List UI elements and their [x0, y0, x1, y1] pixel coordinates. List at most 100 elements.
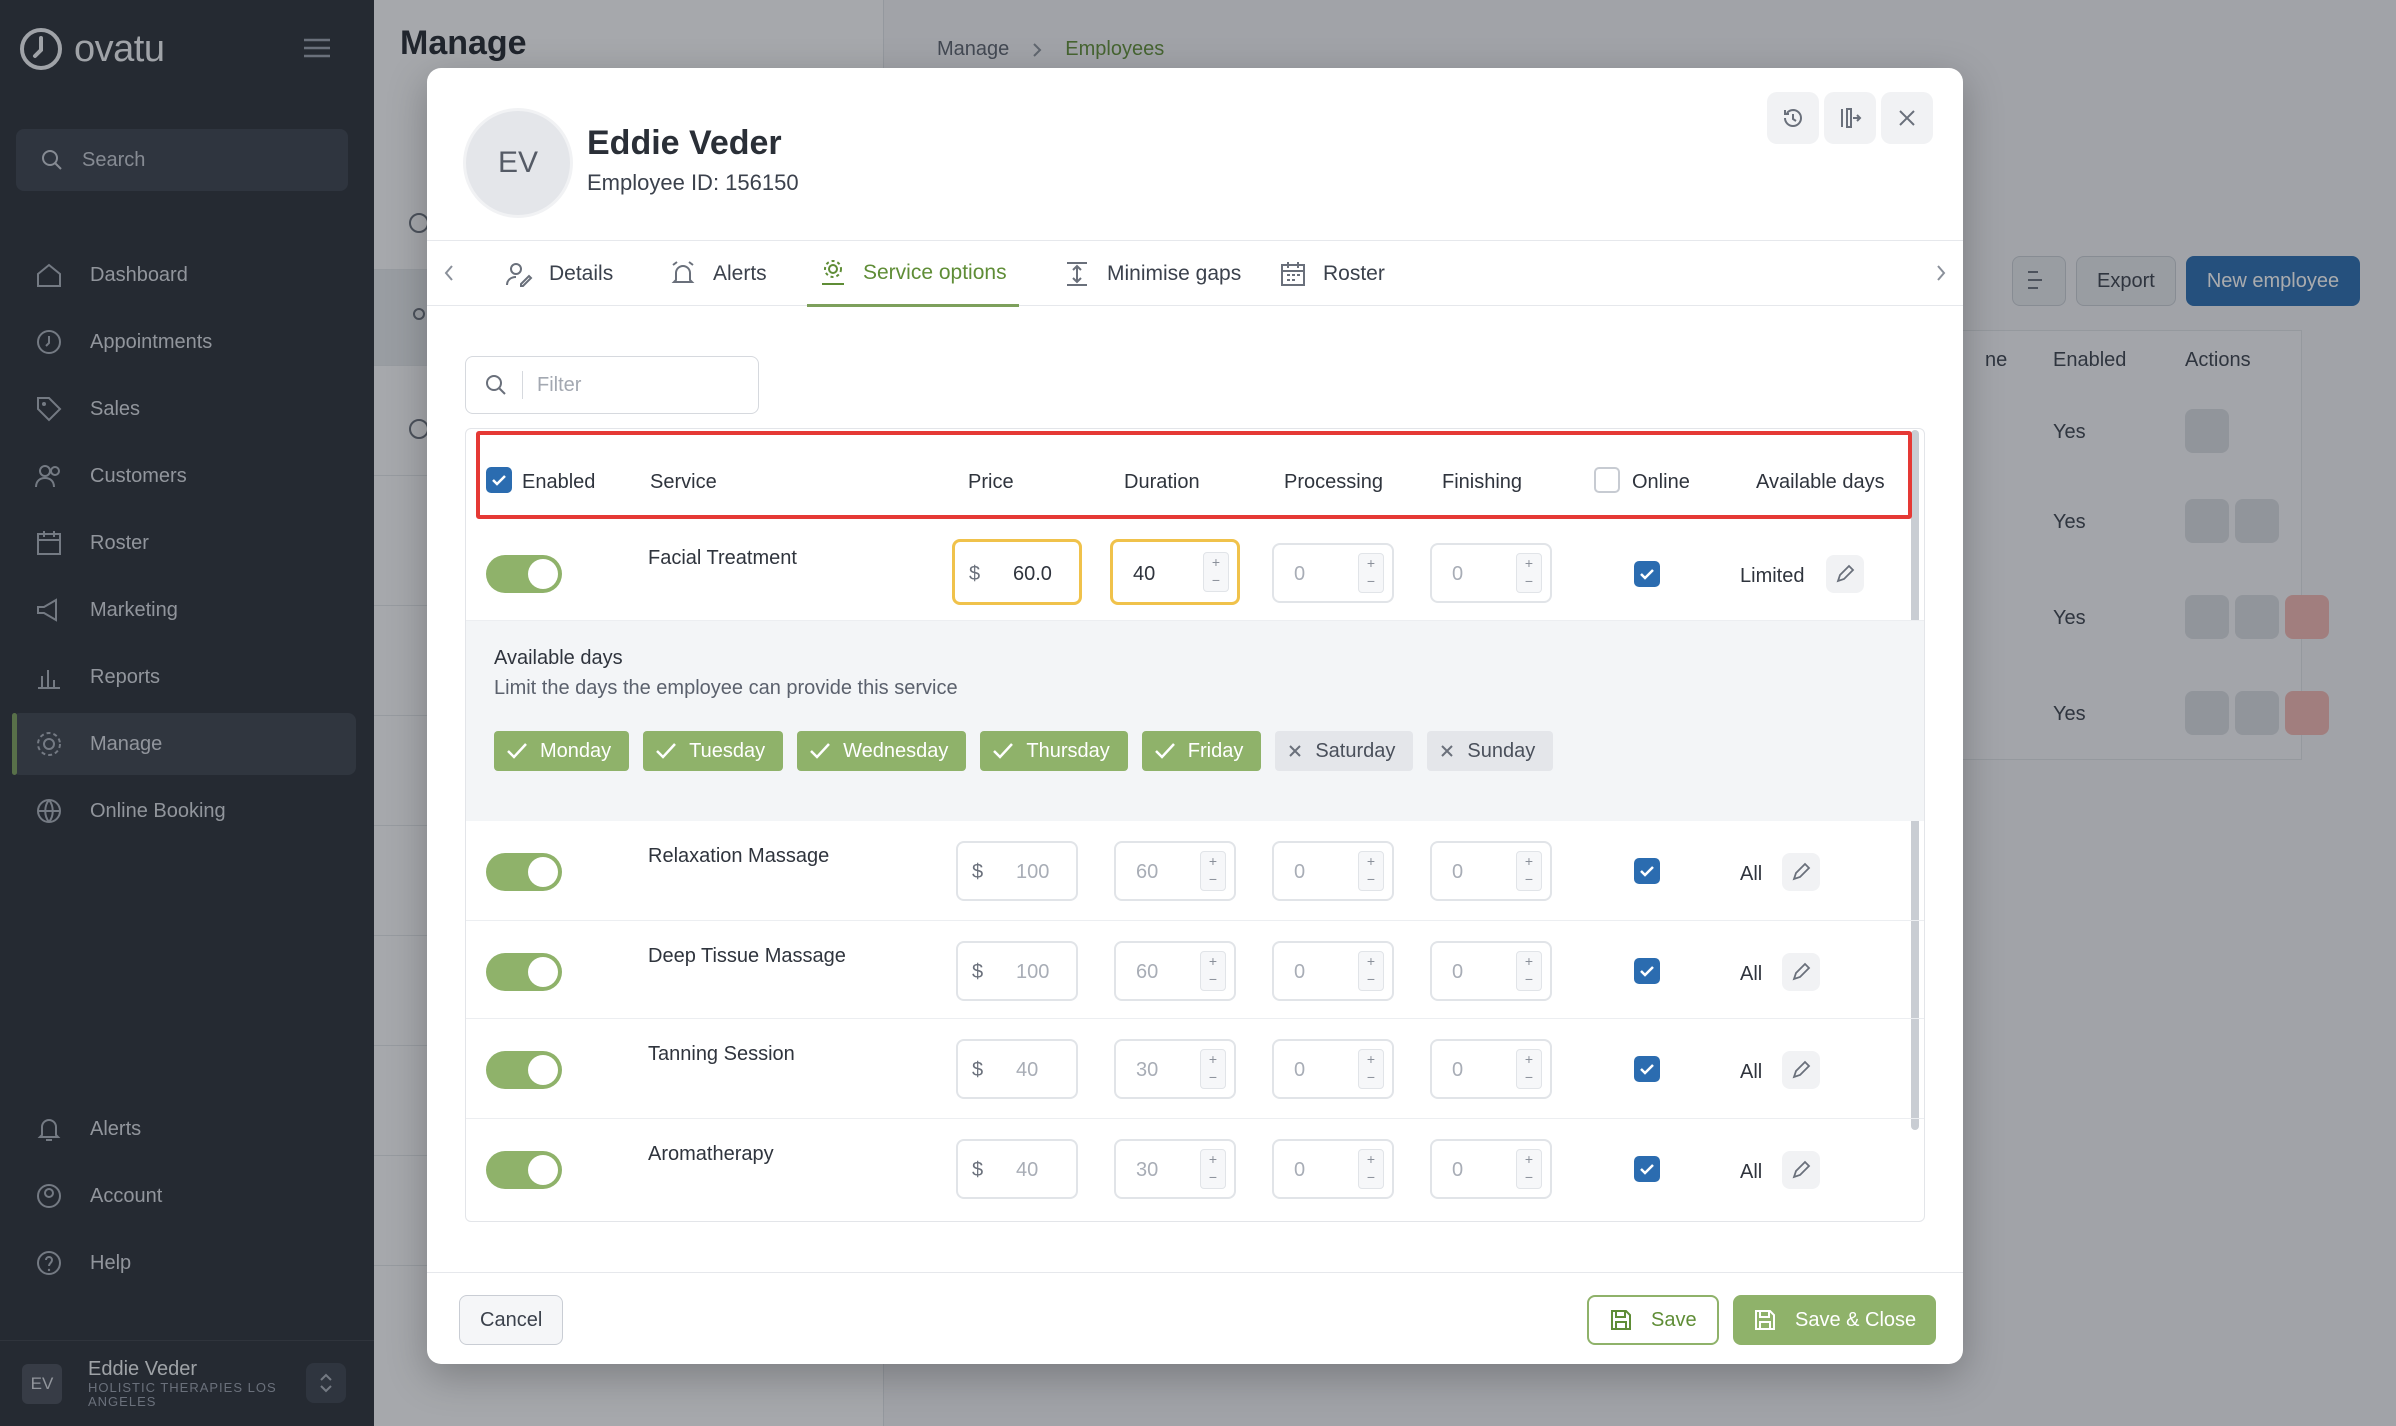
- processing-field[interactable]: 0 + −: [1272, 941, 1394, 1001]
- employee-modal: EV Eddie Veder Employee ID: 156150 Detai…: [427, 68, 1963, 1364]
- duration-field[interactable]: 40 + −: [1110, 539, 1240, 605]
- finishing-value: 0: [1452, 861, 1464, 883]
- stepper-icon[interactable]: + −: [1516, 1149, 1542, 1189]
- processing-field[interactable]: 0 + −: [1272, 841, 1394, 901]
- stepper-icon[interactable]: + −: [1516, 851, 1542, 891]
- finishing-field[interactable]: 0 + −: [1430, 543, 1552, 603]
- tab-service-options[interactable]: Service options: [807, 241, 1019, 307]
- day-label: Wednesday: [843, 739, 949, 762]
- check-icon: [656, 743, 677, 759]
- stepper-icon[interactable]: + −: [1516, 951, 1542, 991]
- price-field[interactable]: $100: [956, 941, 1078, 1001]
- processing-field[interactable]: 0 + −: [1272, 543, 1394, 603]
- online-checkbox[interactable]: [1634, 858, 1660, 884]
- duration-value: 30: [1136, 1159, 1159, 1181]
- tab-scroll-left-icon[interactable]: [429, 253, 469, 293]
- price-field[interactable]: $100: [956, 841, 1078, 901]
- tab-details[interactable]: Details: [493, 241, 625, 307]
- edit-days-icon[interactable]: [1782, 1051, 1820, 1089]
- processing-value: 0: [1294, 1059, 1306, 1081]
- filter-input[interactable]: Filter: [465, 356, 759, 414]
- enabled-toggle[interactable]: [486, 1051, 562, 1089]
- price-field[interactable]: $40: [956, 1039, 1078, 1099]
- stepper-icon[interactable]: + −: [1516, 553, 1542, 593]
- stepper-icon[interactable]: + −: [1200, 951, 1226, 991]
- save-button[interactable]: Save: [1587, 1295, 1719, 1345]
- stepper-icon[interactable]: + −: [1358, 1049, 1384, 1089]
- finishing-field[interactable]: 0 + −: [1430, 841, 1552, 901]
- day-chip-tuesday[interactable]: Tuesday: [643, 731, 784, 771]
- finishing-field[interactable]: 0 + −: [1430, 1139, 1552, 1199]
- day-chip-wednesday[interactable]: Wednesday: [797, 731, 967, 771]
- online-checkbox[interactable]: [1634, 1056, 1660, 1082]
- employee-name: Eddie Veder: [587, 124, 782, 162]
- edit-days-icon[interactable]: [1826, 555, 1864, 593]
- duration-field[interactable]: 30 + −: [1114, 1039, 1236, 1099]
- save-and-close-button[interactable]: Save & Close: [1733, 1295, 1937, 1345]
- processing-field[interactable]: 0 + −: [1272, 1139, 1394, 1199]
- stepper-icon[interactable]: + −: [1358, 553, 1384, 593]
- available-days-value: All: [1740, 863, 1763, 885]
- modal-tabs: Details Alerts Service options Minimise …: [427, 240, 1963, 307]
- enabled-toggle[interactable]: [486, 853, 562, 891]
- tab-roster[interactable]: Roster: [1267, 241, 1397, 307]
- close-icon[interactable]: [1881, 92, 1933, 144]
- popout-icon[interactable]: [1824, 92, 1876, 144]
- edit-days-icon[interactable]: [1782, 1151, 1820, 1189]
- duration-field[interactable]: 60 + −: [1114, 841, 1236, 901]
- save-and-close-label: Save & Close: [1795, 1308, 1917, 1331]
- day-chip-thursday[interactable]: Thursday: [980, 731, 1128, 771]
- history-icon[interactable]: [1767, 92, 1819, 144]
- currency-symbol: $: [972, 861, 984, 883]
- stepper-icon[interactable]: + −: [1358, 1149, 1384, 1189]
- table-header-highlight: Enabled Service Price Duration Processin…: [476, 431, 1912, 519]
- finishing-field[interactable]: 0 + −: [1430, 941, 1552, 1001]
- day-chip-monday[interactable]: Monday: [494, 731, 630, 771]
- edit-days-icon[interactable]: [1782, 853, 1820, 891]
- online-all-checkbox[interactable]: [1594, 467, 1620, 493]
- check-icon: [810, 743, 831, 759]
- stepper-icon[interactable]: + −: [1358, 851, 1384, 891]
- tab-alerts[interactable]: Alerts: [657, 241, 779, 307]
- stepper-icon[interactable]: + −: [1200, 1149, 1226, 1189]
- day-label: Sunday: [1467, 739, 1536, 762]
- processing-value: 0: [1294, 861, 1306, 883]
- processing-field[interactable]: 0 + −: [1272, 1039, 1394, 1099]
- online-checkbox[interactable]: [1634, 958, 1660, 984]
- stepper-icon[interactable]: + −: [1358, 951, 1384, 991]
- stepper-icon[interactable]: + −: [1203, 552, 1229, 592]
- edit-days-icon[interactable]: [1782, 953, 1820, 991]
- currency-symbol: $: [969, 563, 981, 585]
- stepper-icon[interactable]: + −: [1200, 1049, 1226, 1089]
- duration-field[interactable]: 30 + −: [1114, 1139, 1236, 1199]
- online-checkbox[interactable]: [1634, 561, 1660, 587]
- tab-label: Minimise gaps: [1107, 262, 1242, 285]
- duration-field[interactable]: 60 + −: [1114, 941, 1236, 1001]
- online-checkbox[interactable]: [1634, 1156, 1660, 1182]
- service-name: Aromatherapy: [648, 1143, 774, 1165]
- stepper-icon[interactable]: + −: [1516, 1049, 1542, 1089]
- finishing-field[interactable]: 0 + −: [1430, 1039, 1552, 1099]
- duration-value: 60: [1136, 961, 1159, 983]
- modal-footer: Cancel Save Save & Close: [427, 1272, 1963, 1364]
- stepper-icon[interactable]: + −: [1200, 851, 1226, 891]
- tab-minimise-gaps[interactable]: Minimise gaps: [1051, 241, 1253, 307]
- price-field[interactable]: $ 60.0: [952, 539, 1082, 605]
- tab-label: Service options: [863, 260, 1007, 284]
- price-field[interactable]: $40: [956, 1139, 1078, 1199]
- enabled-toggle[interactable]: [486, 555, 562, 593]
- check-icon: [1154, 743, 1175, 759]
- tab-scroll-right-icon[interactable]: [1921, 253, 1961, 293]
- service-icon: [822, 259, 844, 285]
- column-header-finishing: Finishing: [1442, 471, 1523, 493]
- currency-symbol: $: [972, 1159, 984, 1181]
- cancel-button[interactable]: Cancel: [459, 1295, 564, 1345]
- day-chip-saturday[interactable]: Saturday: [1275, 731, 1414, 771]
- enabled-all-checkbox[interactable]: [486, 467, 512, 493]
- enabled-toggle[interactable]: [486, 953, 562, 991]
- day-chip-sunday[interactable]: Sunday: [1427, 731, 1554, 771]
- day-chip-friday[interactable]: Friday: [1141, 731, 1262, 771]
- day-label: Thursday: [1026, 739, 1110, 762]
- available-days-value: Limited: [1740, 565, 1805, 587]
- enabled-toggle[interactable]: [486, 1151, 562, 1189]
